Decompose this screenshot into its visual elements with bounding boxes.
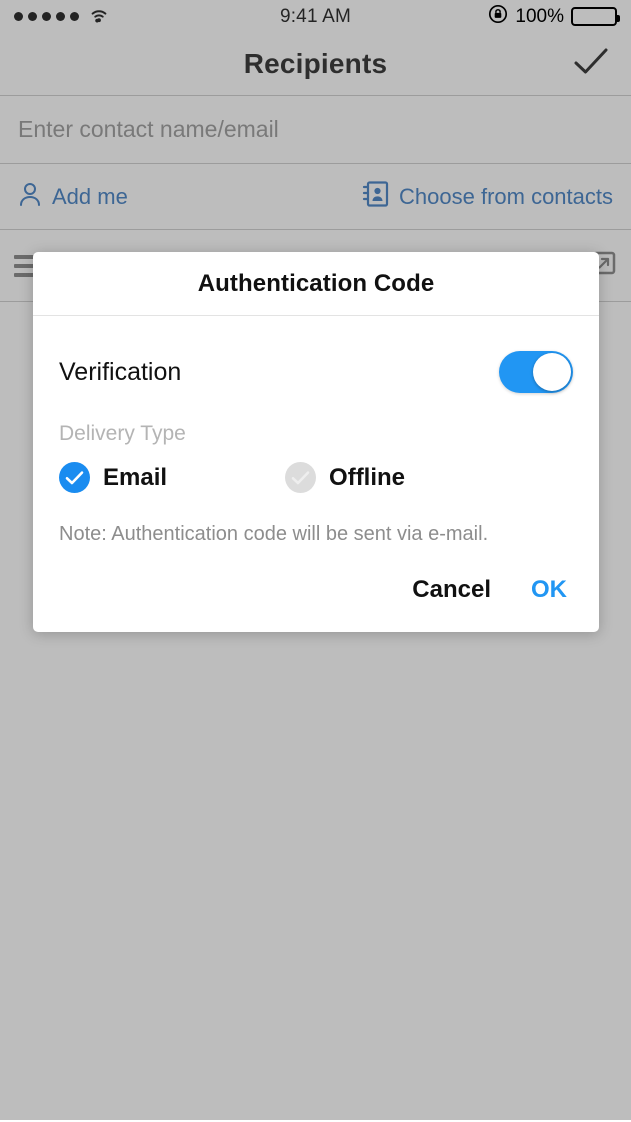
dialog-body: Verification Delivery Type Email Offline…	[33, 316, 599, 546]
radio-selected-icon	[59, 462, 90, 493]
rotation-lock-icon	[488, 4, 508, 29]
dialog-header: Authentication Code	[33, 252, 599, 316]
verification-row: Verification	[59, 342, 573, 402]
delivery-note: Note: Authentication code will be sent v…	[59, 523, 489, 545]
dialog-footer: Cancel OK	[33, 546, 599, 632]
delivery-type-label: Delivery Type	[59, 422, 186, 445]
delivery-option-email[interactable]: Email	[59, 462, 167, 493]
delivery-option-offline-label: Offline	[329, 463, 406, 491]
delivery-option-email-label: Email	[103, 463, 168, 491]
delivery-option-offline[interactable]: Offline	[285, 462, 405, 493]
verification-label: Verification	[59, 357, 182, 386]
battery-full-icon	[571, 7, 620, 26]
ok-button[interactable]: OK	[529, 572, 569, 608]
app-screen: 9:41 AM 100% Recipients Enter contact na…	[0, 0, 631, 1122]
dialog-title: Authentication Code	[197, 269, 435, 297]
cancel-button[interactable]: Cancel	[410, 572, 493, 608]
radio-unselected-icon	[285, 462, 317, 493]
battery-percent-label: 100%	[515, 5, 564, 27]
delivery-type-options: Email Offline	[59, 462, 573, 493]
verification-toggle[interactable]	[499, 351, 573, 393]
status-bar-right: 100%	[488, 4, 620, 29]
toggle-knob	[533, 353, 571, 391]
authentication-code-dialog: Authentication Code Verification Deliver…	[33, 252, 599, 632]
